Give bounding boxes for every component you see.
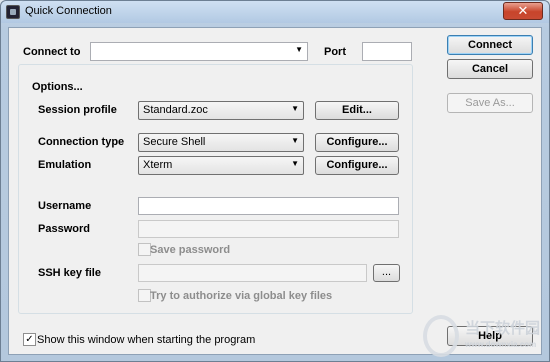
- ssh-key-file-label: SSH key file: [38, 267, 101, 279]
- app-icon: [6, 5, 20, 19]
- emulation-value: Xterm: [143, 159, 173, 171]
- port-input[interactable]: [362, 42, 412, 61]
- connect-to-combobox[interactable]: ▼: [90, 42, 308, 61]
- username-input[interactable]: [138, 197, 399, 215]
- edit-profile-button[interactable]: Edit...: [315, 101, 399, 120]
- title-bar: Quick Connection ✕: [1, 1, 549, 23]
- save-as-button[interactable]: Save As...: [447, 93, 533, 113]
- window-title: Quick Connection: [25, 5, 112, 17]
- chevron-down-icon[interactable]: ▼: [291, 136, 299, 145]
- chevron-down-icon[interactable]: ▼: [295, 45, 303, 54]
- help-button[interactable]: Help: [447, 326, 533, 346]
- password-label: Password: [38, 223, 90, 235]
- password-input[interactable]: [138, 220, 399, 238]
- quick-connection-window: Quick Connection ✕ Connect to ▼ Port Con…: [0, 0, 550, 362]
- show-on-startup-label: Show this window when starting the progr…: [37, 334, 256, 346]
- session-profile-label: Session profile: [38, 104, 117, 116]
- chevron-down-icon[interactable]: ▼: [291, 104, 299, 113]
- connection-type-label: Connection type: [38, 136, 125, 148]
- connection-type-select[interactable]: Secure Shell ▼: [138, 133, 304, 152]
- emulation-select[interactable]: Xterm ▼: [138, 156, 304, 175]
- chevron-down-icon[interactable]: ▼: [291, 159, 299, 168]
- session-profile-value: Standard.zoc: [143, 104, 208, 116]
- username-label: Username: [38, 200, 92, 212]
- connect-button[interactable]: Connect: [447, 35, 533, 55]
- configure-connection-button[interactable]: Configure...: [315, 133, 399, 152]
- emulation-label: Emulation: [38, 159, 92, 171]
- session-profile-select[interactable]: Standard.zoc ▼: [138, 101, 304, 120]
- ssh-key-file-input[interactable]: [138, 264, 367, 282]
- connection-type-value: Secure Shell: [143, 136, 206, 148]
- options-group-title: Options...: [29, 81, 86, 93]
- cancel-button[interactable]: Cancel: [447, 59, 533, 79]
- configure-emulation-button[interactable]: Configure...: [315, 156, 399, 175]
- port-label: Port: [324, 46, 346, 58]
- browse-key-file-button[interactable]: ...: [373, 264, 400, 282]
- save-password-label: Save password: [150, 244, 231, 256]
- show-on-startup-checkbox[interactable]: ✓: [23, 333, 36, 346]
- connect-to-label: Connect to: [23, 46, 81, 58]
- global-key-label: Try to authorize via global key files: [150, 290, 333, 302]
- close-button[interactable]: ✕: [503, 2, 543, 20]
